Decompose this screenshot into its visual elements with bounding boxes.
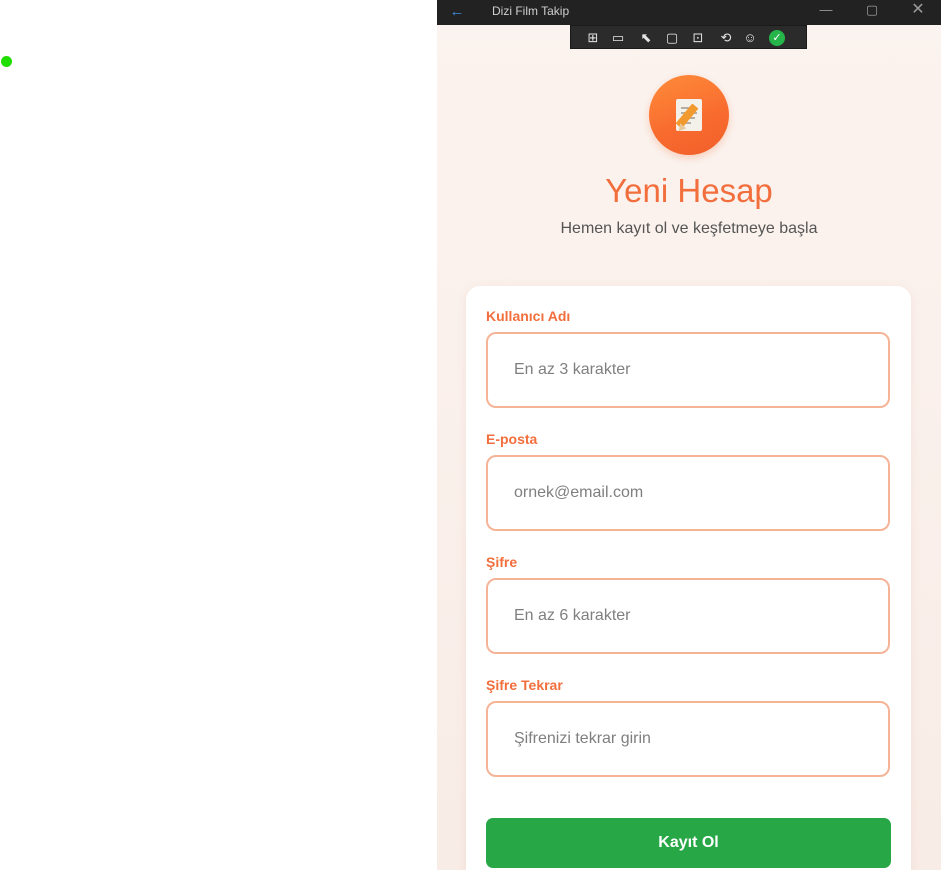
password-confirm-input[interactable] — [486, 701, 890, 777]
email-label: E-posta — [486, 431, 538, 447]
username-input[interactable] — [486, 332, 890, 408]
window-title: Dizi Film Takip — [492, 4, 570, 18]
password-confirm-label: Şifre Tekrar — [486, 677, 563, 693]
password-input[interactable] — [486, 578, 890, 654]
password-label: Şifre — [486, 554, 518, 570]
app-window: ← Dizi Film Takip — ▢ ✕ ⊞ ▭ ⬉ ▢ ⊡ ⟲ ☺ ✓ … — [437, 0, 941, 870]
register-button[interactable]: Kayıt Ol — [486, 818, 891, 868]
status-indicator-dot — [1, 56, 12, 67]
hot-reload-icon[interactable]: ⟲ — [717, 29, 735, 46]
back-arrow-icon[interactable]: ← — [445, 2, 469, 22]
track-focus-icon[interactable]: ⊡ — [689, 29, 707, 46]
email-input[interactable] — [486, 455, 890, 531]
minimize-button[interactable]: — — [803, 0, 849, 25]
app-logo-memo-icon — [649, 75, 729, 155]
display-layout-adorners-icon[interactable]: ▢ — [663, 29, 681, 46]
accessibility-icon[interactable]: ☺ — [741, 29, 759, 46]
title-bar: ← Dizi Film Takip — ▢ ✕ — [437, 0, 941, 25]
close-button[interactable]: ✕ — [895, 0, 941, 25]
ok-check-icon[interactable]: ✓ — [769, 30, 785, 46]
page-subtitle: Hemen kayıt ol ve keşfetmeye başla — [560, 220, 818, 237]
select-element-icon[interactable]: ⬉ — [637, 29, 655, 46]
maximize-button[interactable]: ▢ — [849, 0, 895, 25]
register-form-card: Kullanıcı Adı E-posta Şifre Şifre Tekrar… — [466, 286, 911, 870]
debug-toolbar: ⊞ ▭ ⬉ ▢ ⊡ ⟲ ☺ ✓ — [570, 25, 807, 49]
live-visual-tree-icon[interactable]: ⊞ — [584, 29, 602, 46]
video-icon[interactable]: ▭ — [609, 29, 627, 46]
username-label: Kullanıcı Adı — [486, 308, 571, 324]
page-title: Yeni Hesap — [605, 172, 773, 209]
